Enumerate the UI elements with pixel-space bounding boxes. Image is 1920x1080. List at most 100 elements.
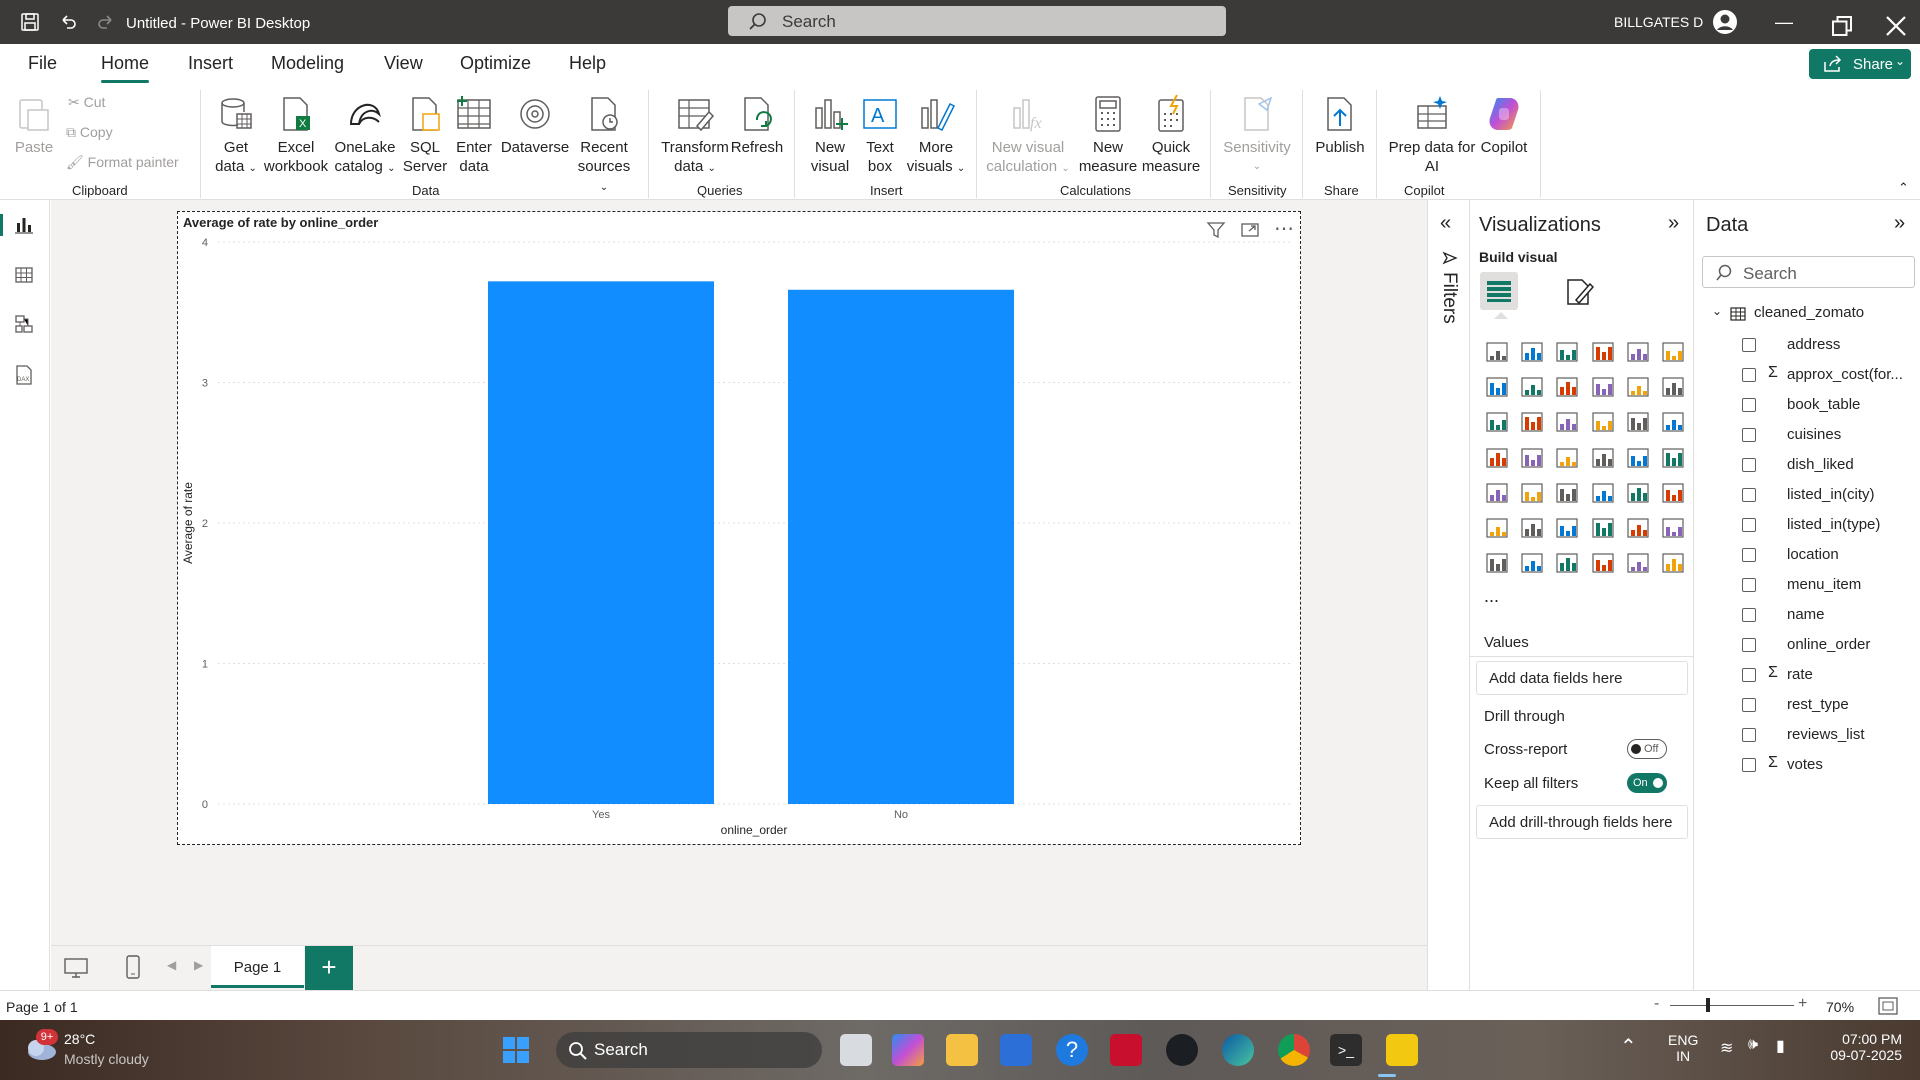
copilot-taskbar-icon[interactable] <box>892 1034 924 1066</box>
collapse-ribbon-icon[interactable]: ⌃ <box>1898 180 1909 196</box>
clustered-bar-visual-icon[interactable] <box>1554 339 1580 365</box>
edge-icon[interactable] <box>1222 1034 1254 1066</box>
area-visual-icon[interactable] <box>1519 374 1545 400</box>
next-page-icon[interactable]: ▶ <box>194 958 203 972</box>
bar[interactable] <box>788 289 1014 804</box>
clustered-column-visual-icon[interactable] <box>1590 339 1616 365</box>
button-slicer-visual-icon[interactable] <box>1554 550 1580 576</box>
save-icon[interactable] <box>20 12 40 32</box>
field-item[interactable]: reviews_list <box>1742 724 1920 752</box>
line-column-visual-icon[interactable] <box>1625 374 1651 400</box>
transform-data-button[interactable]: Transform data ⌄ <box>660 94 730 178</box>
bar[interactable] <box>488 281 714 805</box>
new-measure-button[interactable]: New measure <box>1078 94 1138 176</box>
battery-icon[interactable]: ▮ <box>1776 1036 1785 1056</box>
enter-data-button[interactable]: Enter data <box>450 94 498 176</box>
recent-sources-button[interactable]: Recent sources ⌄ <box>572 94 636 197</box>
donut-visual-icon[interactable] <box>1660 409 1686 435</box>
map-visual-icon[interactable] <box>1519 445 1545 471</box>
100-stacked-area-visual-icon[interactable] <box>1590 374 1616 400</box>
zoom-slider[interactable] <box>1670 1005 1794 1006</box>
restore-icon[interactable] <box>1830 14 1854 38</box>
more-visuals-button[interactable]: More visuals ⌄ <box>906 94 966 178</box>
table-view-icon[interactable] <box>14 265 34 285</box>
file-explorer-icon[interactable] <box>946 1034 978 1066</box>
field-item[interactable]: Σrate <box>1742 664 1920 692</box>
trophy-visual-icon[interactable] <box>1660 515 1686 541</box>
keep-filters-toggle[interactable]: On <box>1627 773 1667 793</box>
smart-narrative-visual-icon[interactable] <box>1625 515 1651 541</box>
field-checkbox[interactable] <box>1742 428 1756 442</box>
field-item[interactable]: Σapprox_cost(for... <box>1742 364 1920 392</box>
page-tab[interactable]: Page 1 <box>211 946 304 988</box>
user-name[interactable]: BILLGATES D <box>1614 14 1703 30</box>
text-box-button[interactable]: A Text box <box>856 94 904 176</box>
chevron-up-icon[interactable]: ⌃ <box>1620 1034 1637 1059</box>
field-item[interactable]: online_order <box>1742 634 1920 662</box>
excel-workbook-button[interactable]: X Excel workbook <box>262 94 330 176</box>
field-item[interactable]: Σvotes <box>1742 754 1920 782</box>
collapse-right-icon[interactable]: » <box>1668 212 1679 235</box>
undo-icon[interactable] <box>58 12 78 32</box>
qa-visual-icon[interactable] <box>1590 515 1616 541</box>
share-button[interactable]: Share ⌄ <box>1809 49 1911 79</box>
stacked-bar-visual-icon[interactable] <box>1484 339 1510 365</box>
stacked-column-visual-icon[interactable] <box>1519 339 1545 365</box>
field-checkbox[interactable] <box>1742 518 1756 532</box>
menu-home[interactable]: Home <box>101 53 149 74</box>
decomposition-tree-visual-icon[interactable] <box>1554 515 1580 541</box>
ribbon-visual-icon[interactable] <box>1484 409 1510 435</box>
paste-button[interactable]: Paste <box>12 94 56 157</box>
get-data-button[interactable]: Get data ⌄ <box>208 94 264 178</box>
refresh-button[interactable]: Refresh <box>730 94 784 157</box>
field-checkbox[interactable] <box>1742 608 1756 622</box>
field-item[interactable]: dish_liked <box>1742 454 1920 482</box>
new-visual-calculation-button[interactable]: fx New visual calculation ⌄ <box>986 94 1070 178</box>
power-automate-visual-icon[interactable] <box>1625 550 1651 576</box>
table-visual-icon[interactable] <box>1590 480 1616 506</box>
kpi-visual-icon[interactable] <box>1519 480 1545 506</box>
redo-icon[interactable] <box>96 12 116 32</box>
menu-insert[interactable]: Insert <box>188 53 233 74</box>
card-visual-icon[interactable] <box>1660 445 1686 471</box>
minimize-icon[interactable]: — <box>1772 10 1796 34</box>
chrome-icon[interactable] <box>1278 1034 1310 1066</box>
menu-optimize[interactable]: Optimize <box>460 53 531 74</box>
wifi-icon[interactable]: ≋ <box>1720 1038 1733 1058</box>
mobile-layout-icon[interactable] <box>125 954 141 980</box>
language-indicator[interactable]: ENG IN <box>1668 1032 1698 1064</box>
menu-modeling[interactable]: Modeling <box>271 53 344 74</box>
paginated-visual-icon[interactable] <box>1484 550 1510 576</box>
top-search-box[interactable]: Search <box>728 6 1226 36</box>
dataverse-button[interactable]: Dataverse <box>500 94 570 157</box>
field-checkbox[interactable] <box>1742 578 1756 592</box>
task-view-icon[interactable] <box>840 1034 872 1066</box>
collapse-left-icon[interactable]: « <box>1440 212 1451 235</box>
field-checkbox[interactable] <box>1742 638 1756 652</box>
power-apps-visual-icon[interactable] <box>1590 550 1616 576</box>
format-painter-button[interactable]: 🖌 Format painter <box>66 154 179 171</box>
field-checkbox[interactable] <box>1742 698 1756 712</box>
zoom-in-icon[interactable]: + <box>1798 995 1807 1013</box>
cut-button[interactable]: ✂ Cut <box>68 94 105 111</box>
terminal-icon[interactable]: >_ <box>1330 1034 1362 1066</box>
field-checkbox[interactable] <box>1742 548 1756 562</box>
collapse-data-icon[interactable]: » <box>1894 212 1905 235</box>
field-item[interactable]: book_table <box>1742 394 1920 422</box>
azure-map-visual-icon[interactable] <box>1590 445 1616 471</box>
close-icon[interactable] <box>1884 14 1908 38</box>
zoom-level[interactable]: 70% <box>1826 999 1854 1015</box>
waterfall-visual-icon[interactable] <box>1519 409 1545 435</box>
stacked-area-visual-icon[interactable] <box>1554 374 1580 400</box>
filled-map-visual-icon[interactable] <box>1554 445 1580 471</box>
funnel-visual-icon[interactable] <box>1554 409 1580 435</box>
field-item[interactable]: menu_item <box>1742 574 1920 602</box>
new-card-visual-icon[interactable] <box>1519 550 1545 576</box>
cross-report-toggle[interactable]: Off <box>1627 739 1667 759</box>
sql-server-button[interactable]: SQL Server <box>400 94 450 176</box>
field-checkbox[interactable] <box>1742 368 1756 382</box>
menu-file[interactable]: File <box>28 53 57 74</box>
matrix-visual-icon[interactable] <box>1625 480 1651 506</box>
key-influencers-visual-icon[interactable] <box>1519 515 1545 541</box>
field-checkbox[interactable] <box>1742 758 1756 772</box>
